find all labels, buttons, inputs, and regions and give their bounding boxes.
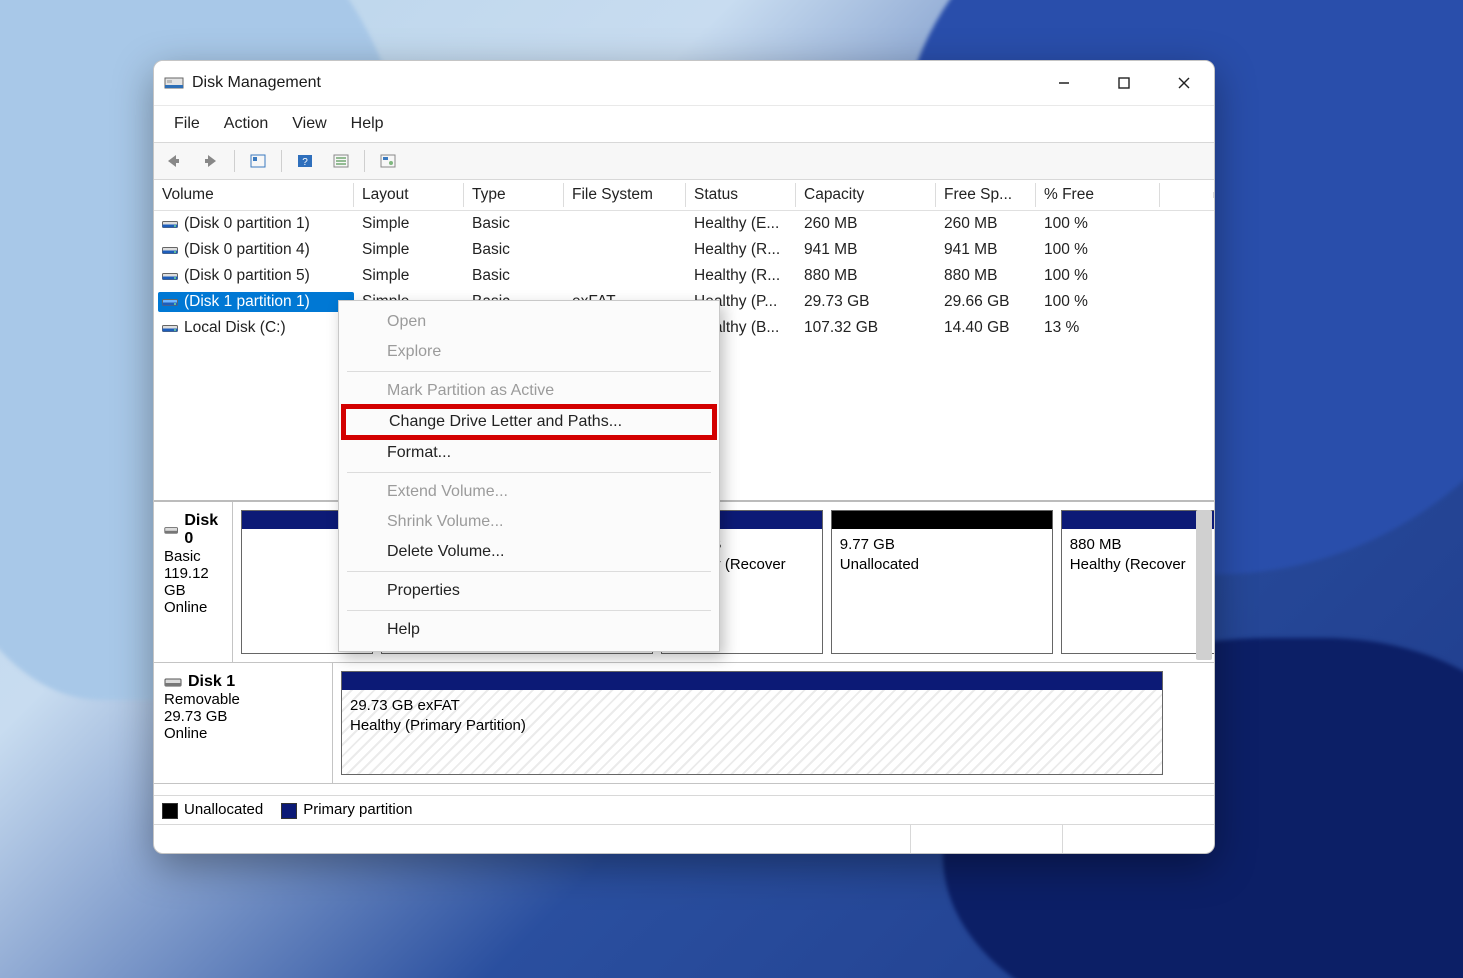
toolbar: ?: [154, 143, 1214, 180]
cell-pct: 100 %: [1036, 292, 1160, 312]
col-type[interactable]: Type: [464, 183, 564, 207]
cell-capacity: 880 MB: [796, 266, 936, 286]
titlebar: Disk Management: [154, 61, 1214, 106]
menu-action[interactable]: Action: [212, 111, 280, 137]
col-status[interactable]: Status: [686, 183, 796, 207]
disk-management-icon: [164, 74, 184, 92]
table-row[interactable]: (Disk 0 partition 5) SimpleBasic Healthy (…: [154, 263, 1214, 289]
close-button[interactable]: [1154, 61, 1214, 105]
disk-partitions: 29.73 GB exFATHealthy (Primary Partition…: [333, 663, 1214, 783]
legend: Unallocated Primary partition: [154, 795, 1214, 824]
menu-file[interactable]: File: [162, 111, 212, 137]
cell-capacity: 941 MB: [796, 240, 936, 260]
cell-type: Basic: [464, 214, 564, 234]
cell-free: 941 MB: [936, 240, 1036, 260]
menu-help[interactable]: Help: [339, 111, 396, 137]
cm-mark-active: Mark Partition as Active: [339, 376, 719, 406]
cm-properties[interactable]: Properties: [339, 576, 719, 606]
forward-button[interactable]: [196, 147, 226, 175]
cm-delete[interactable]: Delete Volume...: [339, 537, 719, 567]
help-icon[interactable]: ?: [290, 147, 320, 175]
cell-type: Basic: [464, 266, 564, 286]
cm-format[interactable]: Format...: [339, 438, 719, 468]
properties-icon[interactable]: [373, 147, 403, 175]
legend-unallocated: Unallocated: [162, 801, 263, 818]
cell-pct: 100 %: [1036, 266, 1160, 286]
volume-name: (Disk 0 partition 4): [184, 241, 310, 258]
cell-pct: 13 %: [1036, 318, 1160, 338]
volume-column-headers[interactable]: Volume Layout Type File System Status Ca…: [154, 180, 1214, 211]
cell-pct: 100 %: [1036, 214, 1160, 234]
refresh-icon[interactable]: [243, 147, 273, 175]
cm-help[interactable]: Help: [339, 615, 719, 645]
legend-primary: Primary partition: [281, 801, 412, 818]
col-capacity[interactable]: Capacity: [796, 183, 936, 207]
window-title: Disk Management: [192, 74, 321, 92]
menubar: File Action View Help: [154, 106, 1214, 143]
cell-free: 29.66 GB: [936, 292, 1036, 312]
back-button[interactable]: [160, 147, 190, 175]
cm-change-drive-letter[interactable]: Change Drive Letter and Paths...: [346, 409, 712, 435]
col-free[interactable]: Free Sp...: [936, 183, 1036, 207]
cell-fs: [564, 223, 686, 225]
cm-explore: Explore: [339, 337, 719, 367]
volume-name: (Disk 0 partition 1): [184, 215, 310, 232]
cell-fs: [564, 249, 686, 251]
cm-open: Open: [339, 307, 719, 337]
highlight-box: Change Drive Letter and Paths...: [341, 404, 717, 440]
statusbar: [154, 824, 1214, 853]
col-volume[interactable]: Volume: [154, 183, 354, 207]
cell-fs: [564, 275, 686, 277]
cell-free: 260 MB: [936, 214, 1036, 234]
cell-free: 14.40 GB: [936, 318, 1036, 338]
cm-extend: Extend Volume...: [339, 477, 719, 507]
volume-name: (Disk 0 partition 5): [184, 267, 310, 284]
table-row[interactable]: (Disk 0 partition 4) SimpleBasic Healthy (…: [154, 237, 1214, 263]
cell-status: Healthy (R...: [686, 240, 796, 260]
cell-type: Basic: [464, 240, 564, 260]
table-row[interactable]: (Disk 0 partition 1) SimpleBasic Healthy (…: [154, 211, 1214, 237]
cell-pct: 100 %: [1036, 240, 1160, 260]
svg-text:?: ?: [302, 157, 308, 168]
partition[interactable]: 9.77 GBUnallocated: [831, 510, 1053, 654]
cell-layout: Simple: [354, 214, 464, 234]
cell-layout: Simple: [354, 266, 464, 286]
cell-free: 880 MB: [936, 266, 1036, 286]
cell-capacity: 107.32 GB: [796, 318, 936, 338]
col-fs[interactable]: File System: [564, 183, 686, 207]
settings-list-icon[interactable]: [326, 147, 356, 175]
maximize-button[interactable]: [1094, 61, 1154, 105]
disk-label[interactable]: Disk 1Removable29.73 GBOnline: [154, 663, 333, 783]
cell-layout: Simple: [354, 240, 464, 260]
partition[interactable]: 880 MBHealthy (Recover: [1061, 510, 1214, 654]
volume-name: (Disk 1 partition 1): [184, 293, 310, 310]
cell-capacity: 29.73 GB: [796, 292, 936, 312]
col-layout[interactable]: Layout: [354, 183, 464, 207]
cell-status: Healthy (E...: [686, 214, 796, 234]
cell-capacity: 260 MB: [796, 214, 936, 234]
disk-row: Disk 1Removable29.73 GBOnline29.73 GB ex…: [154, 663, 1214, 784]
partition[interactable]: 29.73 GB exFATHealthy (Primary Partition…: [341, 671, 1163, 775]
menu-view[interactable]: View: [280, 111, 338, 137]
col-pct[interactable]: % Free: [1036, 183, 1160, 207]
volume-name: Local Disk (C:): [184, 319, 286, 336]
context-menu: Open Explore Mark Partition as Active Ch…: [338, 300, 720, 652]
cell-status: Healthy (R...: [686, 266, 796, 286]
disk-label[interactable]: Disk 0Basic119.12 GBOnline: [154, 502, 233, 662]
minimize-button[interactable]: [1034, 61, 1094, 105]
cm-shrink: Shrink Volume...: [339, 507, 719, 537]
scrollbar[interactable]: [1196, 510, 1212, 660]
